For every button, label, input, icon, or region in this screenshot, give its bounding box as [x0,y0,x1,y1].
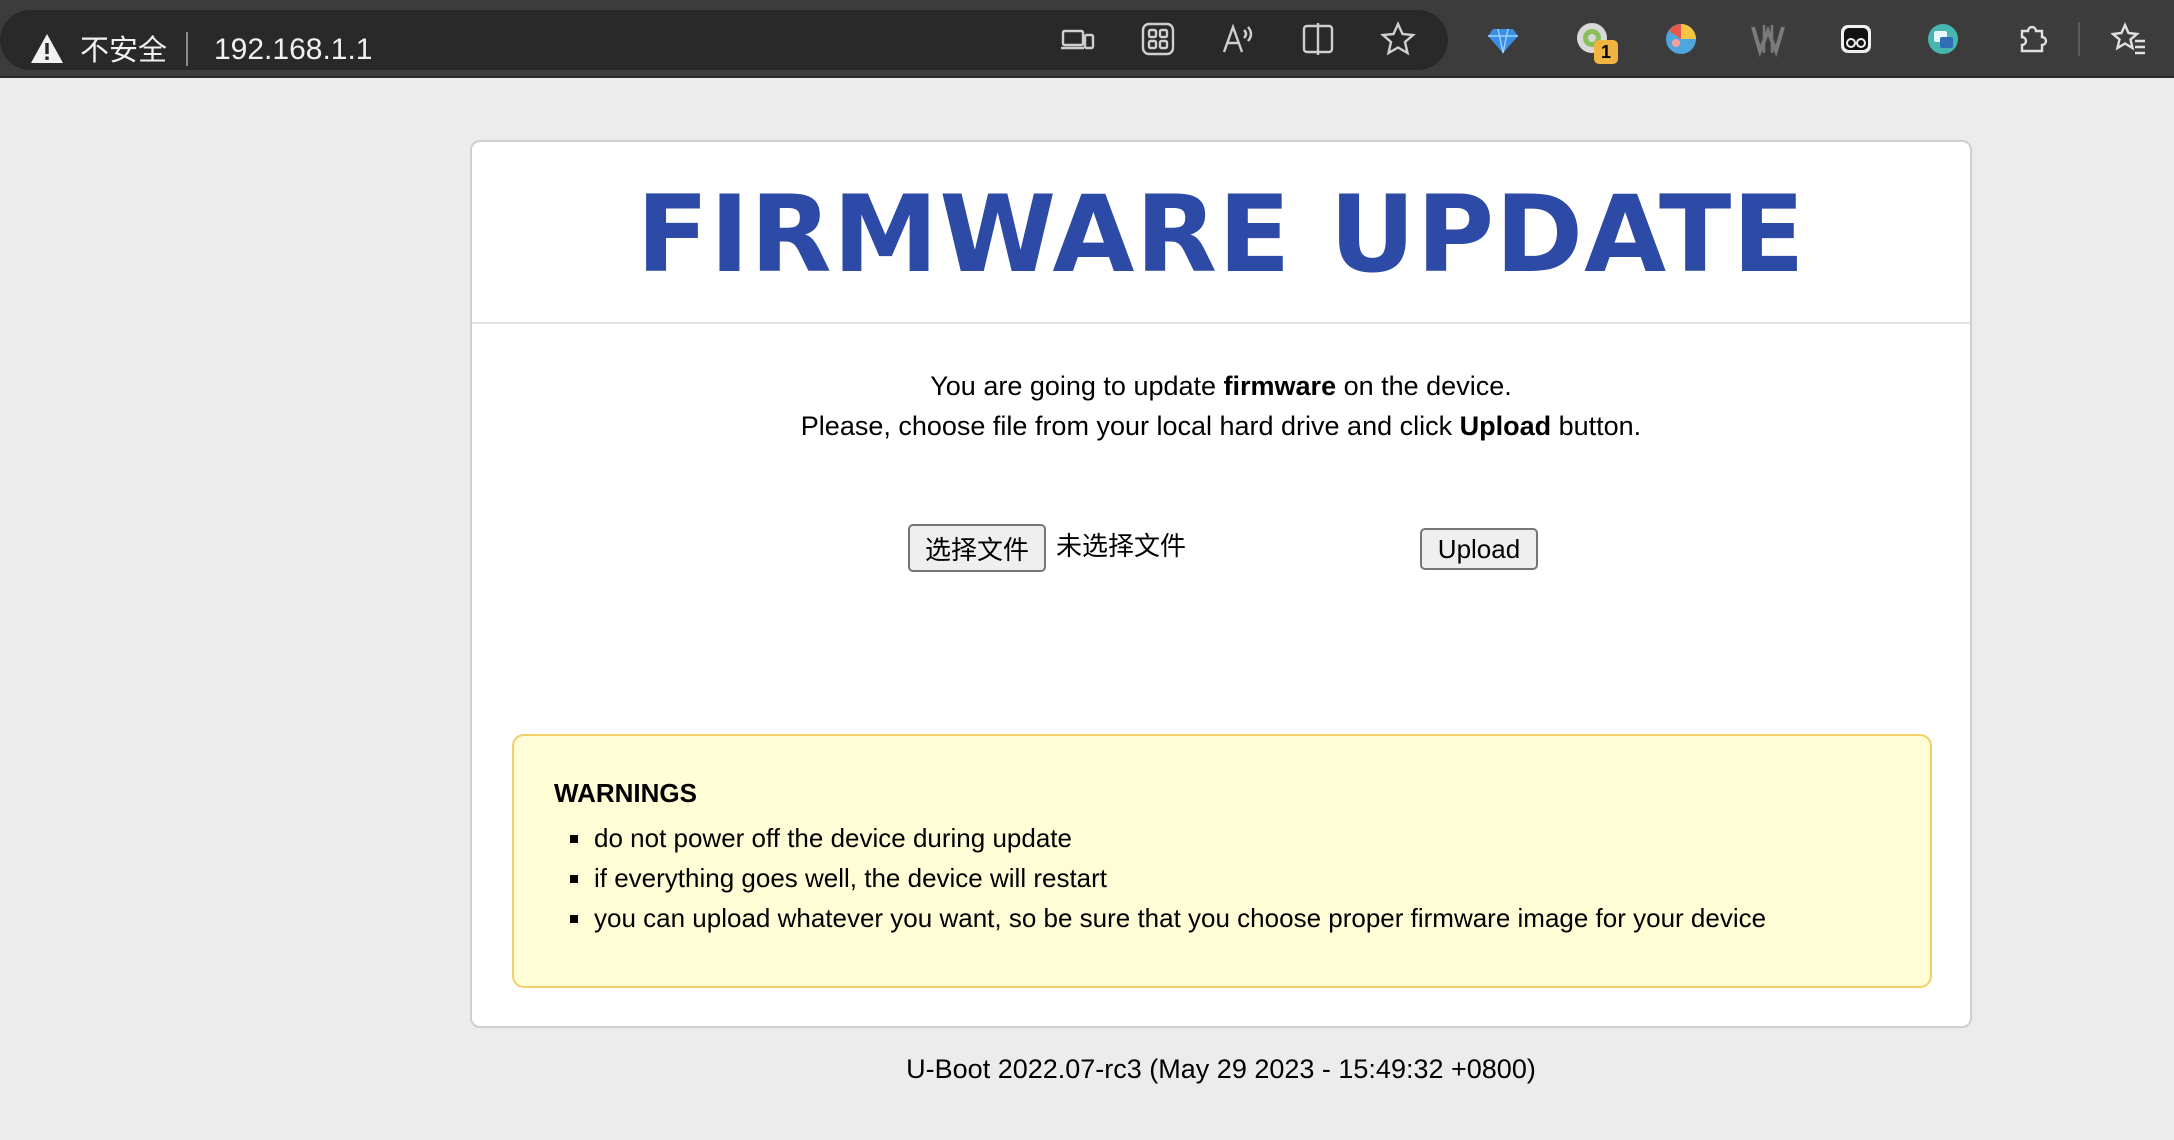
page-title: FIRMWARE UPDATE [636,173,1806,296]
extension-with-badge-icon[interactable]: 1 [1572,18,1618,64]
colorful-extension-icon[interactable] [1660,18,1702,60]
intro-text: You are going to update firmware on the … [472,366,1970,446]
split-screen-icon[interactable] [1297,18,1339,60]
warnings-list: do not power off the device during updat… [554,818,1930,938]
uboot-version-footer: U-Boot 2022.07-rc3 (May 29 2023 - 15:49:… [906,1054,1536,1084]
intro-line-1-end: on the device. [1336,371,1512,401]
address-divider [186,32,188,66]
warnings-title: WARNINGS [554,778,697,808]
file-status-text: 未选择文件 [1056,532,1187,562]
card-header: FIRMWARE UPDATE [472,142,1970,324]
choose-file-button[interactable]: 选择文件 [908,524,1046,572]
w-extension-icon[interactable] [1747,18,1789,60]
intro-line-2-end: button. [1551,411,1642,441]
favorite-star-icon[interactable] [1377,18,1419,60]
warnings-box: WARNINGS do not power off the device dur… [512,734,1932,988]
firmware-update-card: FIRMWARE UPDATE You are going to update … [470,140,1972,1028]
extension-badge: 1 [1594,40,1618,64]
intro-line-2-start: Please, choose file from your local hard… [800,411,1460,441]
read-aloud-icon[interactable] [1217,18,1259,60]
device-icon[interactable] [1056,18,1098,60]
url-text[interactable]: 192.168.1.1 [214,34,372,66]
intro-line-1: You are going to update firmware on the … [472,366,1970,406]
intro-line-2-emphasis: Upload [1459,411,1552,441]
apps-icon[interactable] [1137,18,1179,60]
favorites-icon[interactable] [2108,18,2150,60]
intro-line-1-emphasis: firmware [1223,371,1337,401]
warning-icon[interactable] [30,32,64,66]
security-status-label[interactable]: 不安全 [80,34,167,66]
translate-extension-icon[interactable] [1922,18,1964,60]
intro-line-2: Please, choose file from your local hard… [472,406,1970,446]
toolbar-divider [2078,22,2080,56]
warning-item: if everything goes well, the device will… [554,858,1930,898]
intro-line-1-start: You are going to update [930,371,1224,401]
face-extension-icon[interactable] [1835,18,1877,60]
warning-item: do not power off the device during updat… [554,818,1930,858]
upload-button[interactable]: Upload [1420,528,1538,570]
browser-toolbar: 不安全 192.168.1.1 1 [0,0,2174,78]
warning-item: you can upload whatever you want, so be … [554,898,1930,938]
puzzle-extensions-icon[interactable] [2011,18,2053,60]
gem-extension-icon[interactable] [1482,18,1524,60]
